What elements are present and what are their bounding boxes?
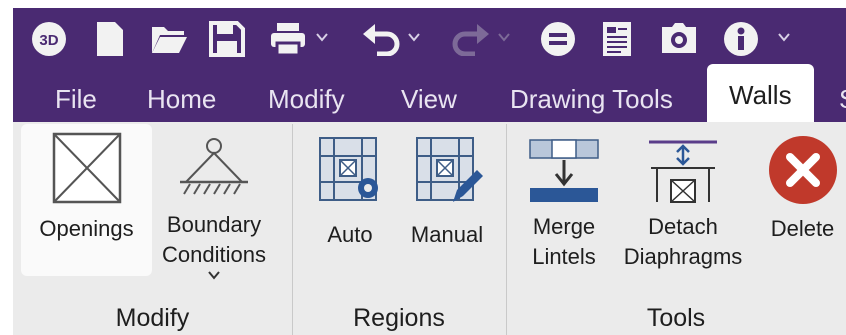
open-folder-icon [152,27,187,53]
tab-modify[interactable]: Modify [268,76,345,122]
report-icon [603,22,631,56]
new-file-icon [97,22,123,56]
merge-label-line2: Lintels [532,244,596,269]
quick-access-toolbar: 3D [13,8,846,70]
group-label-regions: Regions [353,304,445,332]
delete-button[interactable]: Delete [759,124,846,264]
ribbon-panel: Openings Boundary Conditions Modify Auto… [13,122,846,335]
tab-file[interactable]: File [55,76,97,122]
info-button[interactable] [723,8,790,70]
chevron-down-icon [498,33,510,42]
manual-regions-button[interactable]: Manual [398,124,496,264]
3d-icon: 3D [32,22,66,56]
tab-s[interactable]: S [839,76,846,122]
detach-diaphragm-icon [649,140,717,203]
auto-label: Auto [327,222,373,247]
auto-region-icon [319,137,378,201]
delete-label: Delete [770,216,835,241]
detach-label-line1: Detach [648,214,718,239]
redo-icon [452,24,489,56]
boundary-label-line2: Conditions [162,242,266,267]
merge-lintels-icon [529,139,599,202]
boundary-conditions-button[interactable]: Boundary Conditions [154,124,274,299]
print-button[interactable] [269,8,328,70]
detach-label-line2: Diaphragms [623,244,743,269]
group-label-tools: Tools [646,304,706,332]
print-icon [271,23,305,57]
undo-button[interactable] [361,8,420,70]
info-icon [724,22,758,56]
save-button[interactable] [209,8,245,70]
3d-view-button[interactable]: 3D [31,8,67,70]
support-icon [180,138,248,195]
chevron-down-icon [316,33,328,42]
merge-label-line1: Merge [532,214,596,239]
screenshot-button[interactable] [660,8,698,70]
redo-button[interactable] [451,8,510,70]
svg-text:3D: 3D [39,32,58,49]
app-window: 3D File Home Modify View Drawing Tools W… [0,0,846,335]
open-button[interactable] [150,8,188,70]
chevron-down-icon [408,33,420,42]
detach-diaphragms-button[interactable]: Detach Diaphragms [615,124,751,274]
manual-region-icon [416,137,483,202]
save-icon [209,21,245,57]
tab-walls[interactable]: Walls [707,64,814,122]
new-file-button[interactable] [95,8,125,70]
chevron-down-icon [778,33,790,42]
tab-home[interactable]: Home [147,76,216,122]
boundary-label-line1: Boundary [166,212,262,237]
auto-regions-button[interactable]: Auto [302,124,398,264]
report-button[interactable] [601,8,633,70]
manual-label: Manual [410,222,484,247]
layers-icon [541,22,575,56]
group-label-modify: Modify [115,304,190,332]
chevron-down-icon [208,271,220,280]
tab-view[interactable]: View [401,76,457,122]
opening-icon [52,132,121,204]
merge-lintels-button[interactable]: Merge Lintels [515,124,613,274]
openings-button[interactable]: Openings [21,124,152,276]
ribbon-tab-bar: File Home Modify View Drawing Tools Wall… [13,64,846,122]
delete-icon [768,136,837,204]
tab-drawing-tools[interactable]: Drawing Tools [510,76,673,122]
camera-icon [662,23,696,53]
openings-label: Openings [39,216,134,241]
layers-button[interactable] [540,8,576,70]
undo-icon [363,24,400,56]
